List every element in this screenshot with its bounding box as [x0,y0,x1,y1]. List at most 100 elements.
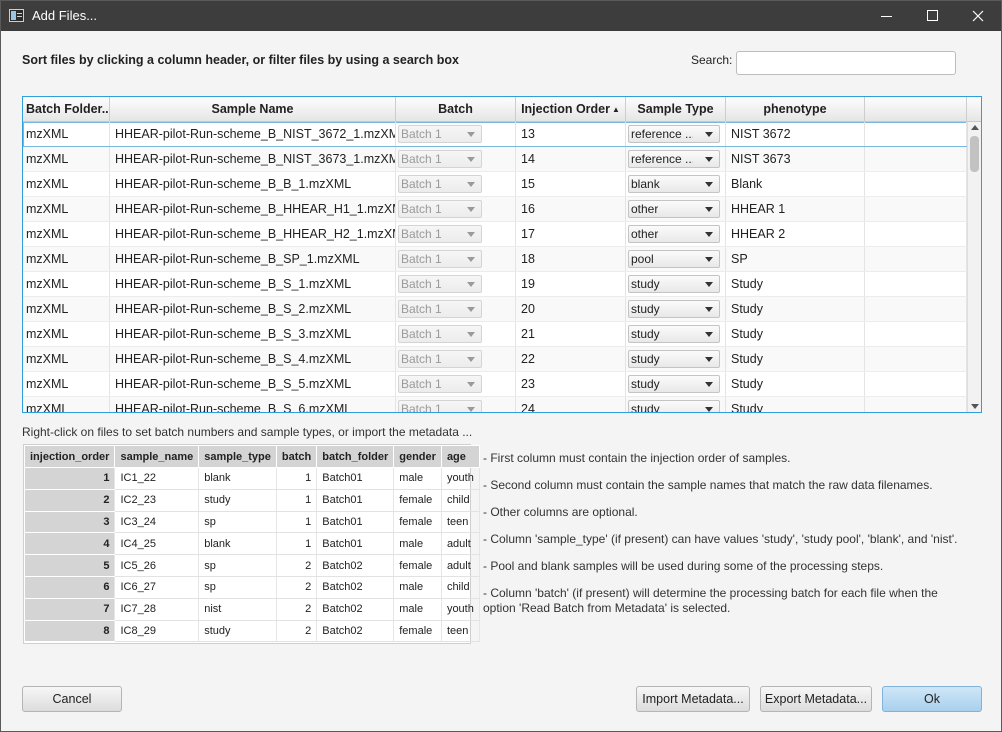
cell-injection-order: 22 [516,347,626,371]
sample-type-select[interactable]: reference ... [628,125,720,143]
batch-select[interactable]: Batch 1 [398,200,482,218]
table-row[interactable]: mzXML HHEAR-pilot-Run-scheme_B_SP_1.mzXML… [23,247,967,272]
sample-type-select[interactable]: reference ... [628,150,720,168]
batch-select[interactable]: Batch 1 [398,300,482,318]
batch-select[interactable]: Batch 1 [398,350,482,368]
close-icon [972,10,984,22]
table-row[interactable]: mzXML HHEAR-pilot-Run-scheme_B_S_4.mzXML B… [23,347,967,372]
batch-select[interactable]: Batch 1 [398,225,482,243]
sample-type-select[interactable]: study [628,375,720,393]
export-metadata-button[interactable]: Export Metadata... [760,686,872,712]
ok-button[interactable]: Ok [882,686,982,712]
cell-empty [865,322,967,346]
cell-phenotype: HHEAR 2 [726,222,865,246]
batch-select[interactable]: Batch 1 [398,400,482,412]
cell-batch-folder: mzXML [23,222,110,246]
column-header-sample-name[interactable]: Sample Name [110,97,396,122]
table-row[interactable]: mzXML HHEAR-pilot-Run-scheme_B_S_1.mzXML B… [23,272,967,297]
scroll-down-icon[interactable] [971,404,979,409]
metadata-cell: 7 [24,598,116,621]
sample-type-select[interactable]: other [628,225,720,243]
batch-select-value: Batch 1 [401,327,442,341]
batch-select[interactable]: Batch 1 [398,275,482,293]
cell-sample-type: other [626,197,726,221]
column-header-batch-folder[interactable]: Batch Folder... [23,97,110,122]
scroll-up-icon[interactable] [971,125,979,130]
metadata-cell: 1 [276,467,318,490]
metadata-cell: nist [198,598,277,621]
chevron-down-icon [467,132,475,137]
cell-phenotype: Study [726,322,865,346]
note-text: - First column must contain the injectio… [483,451,791,465]
column-header-injection-order[interactable]: Injection Order ▲ [516,97,626,122]
batch-select[interactable]: Batch 1 [398,175,482,193]
cell-empty [865,197,967,221]
cell-empty [865,222,967,246]
metadata-cell: 1 [276,489,318,512]
search-input[interactable] [736,51,956,75]
cell-injection-order: 23 [516,372,626,396]
batch-select[interactable]: Batch 1 [398,325,482,343]
cell-sample-type: study [626,347,726,371]
metadata-cell: female [393,511,442,534]
batch-select-value: Batch 1 [401,377,442,391]
cell-phenotype: Blank [726,172,865,196]
metadata-column-header: injection_order [23,445,116,468]
cell-empty [865,372,967,396]
window-title: Add Files... [32,8,98,23]
cell-batch: Batch 1 [396,372,516,396]
table-row[interactable]: mzXML HHEAR-pilot-Run-scheme_B_S_3.mzXML B… [23,322,967,347]
maximize-button[interactable] [909,1,955,31]
cancel-button[interactable]: Cancel [22,686,122,712]
sample-type-select[interactable]: study [628,350,720,368]
batch-select[interactable]: Batch 1 [398,125,482,143]
table-row[interactable]: mzXML HHEAR-pilot-Run-scheme_B_NIST_3672_… [23,122,967,147]
cell-empty [865,297,967,321]
sample-type-select[interactable]: other [628,200,720,218]
column-header-phenotype[interactable]: phenotype [726,97,865,122]
table-row[interactable]: mzXML HHEAR-pilot-Run-scheme_B_NIST_3673_… [23,147,967,172]
batch-select[interactable]: Batch 1 [398,375,482,393]
import-metadata-button[interactable]: Import Metadata... [636,686,750,712]
file-table[interactable]: Batch Folder... Sample Name Batch Inject… [22,96,982,413]
minimize-button[interactable] [863,1,909,31]
table-row[interactable]: mzXML HHEAR-pilot-Run-scheme_B_HHEAR_H1_1… [23,197,967,222]
metadata-row: 3 IC3_24 sp 1 Batch01 female teen [24,511,480,534]
chevron-down-icon [705,357,713,362]
cell-batch: Batch 1 [396,197,516,221]
metadata-column-header: age [440,445,480,468]
minimize-icon [881,16,892,17]
batch-select-value: Batch 1 [401,252,442,266]
metadata-row: 6 IC6_27 sp 2 Batch02 male child [24,576,480,599]
table-row[interactable]: mzXML HHEAR-pilot-Run-scheme_B_HHEAR_H2_1… [23,222,967,247]
sample-type-select[interactable]: study [628,300,720,318]
sample-type-select[interactable]: blank [628,175,720,193]
table-row[interactable]: mzXML HHEAR-pilot-Run-scheme_B_B_1.mzXML B… [23,172,967,197]
cell-sample-type: study [626,397,726,412]
table-row[interactable]: mzXML HHEAR-pilot-Run-scheme_B_S_5.mzXML B… [23,372,967,397]
table-row[interactable]: mzXML HHEAR-pilot-Run-scheme_B_S_6.mzXML B… [23,397,967,412]
cell-phenotype: Study [726,347,865,371]
sample-type-select[interactable]: pool [628,250,720,268]
column-header-sample-type[interactable]: Sample Type [626,97,726,122]
close-button[interactable] [955,1,1001,31]
sample-type-select[interactable]: study [628,400,720,412]
cell-sample-name: HHEAR-pilot-Run-scheme_B_S_5.mzXML [110,372,396,396]
metadata-cell: Batch01 [316,511,395,534]
cell-sample-name: HHEAR-pilot-Run-scheme_B_HHEAR_H1_1.mzXM… [110,197,396,221]
batch-select[interactable]: Batch 1 [398,150,482,168]
sample-type-select[interactable]: study [628,325,720,343]
batch-select[interactable]: Batch 1 [398,250,482,268]
sample-type-select-value: study [631,277,660,291]
vertical-scrollbar[interactable] [967,122,981,412]
batch-select-value: Batch 1 [401,352,442,366]
table-row[interactable]: mzXML HHEAR-pilot-Run-scheme_B_S_2.mzXML B… [23,297,967,322]
sample-type-select[interactable]: study [628,275,720,293]
column-header-batch[interactable]: Batch [396,97,516,122]
scrollbar-thumb[interactable] [970,136,979,172]
cell-batch-folder: mzXML [23,347,110,371]
cell-sample-name: HHEAR-pilot-Run-scheme_B_S_6.mzXML [110,397,396,412]
cell-sample-type: study [626,272,726,296]
chevron-down-icon [705,307,713,312]
chevron-down-icon [705,207,713,212]
